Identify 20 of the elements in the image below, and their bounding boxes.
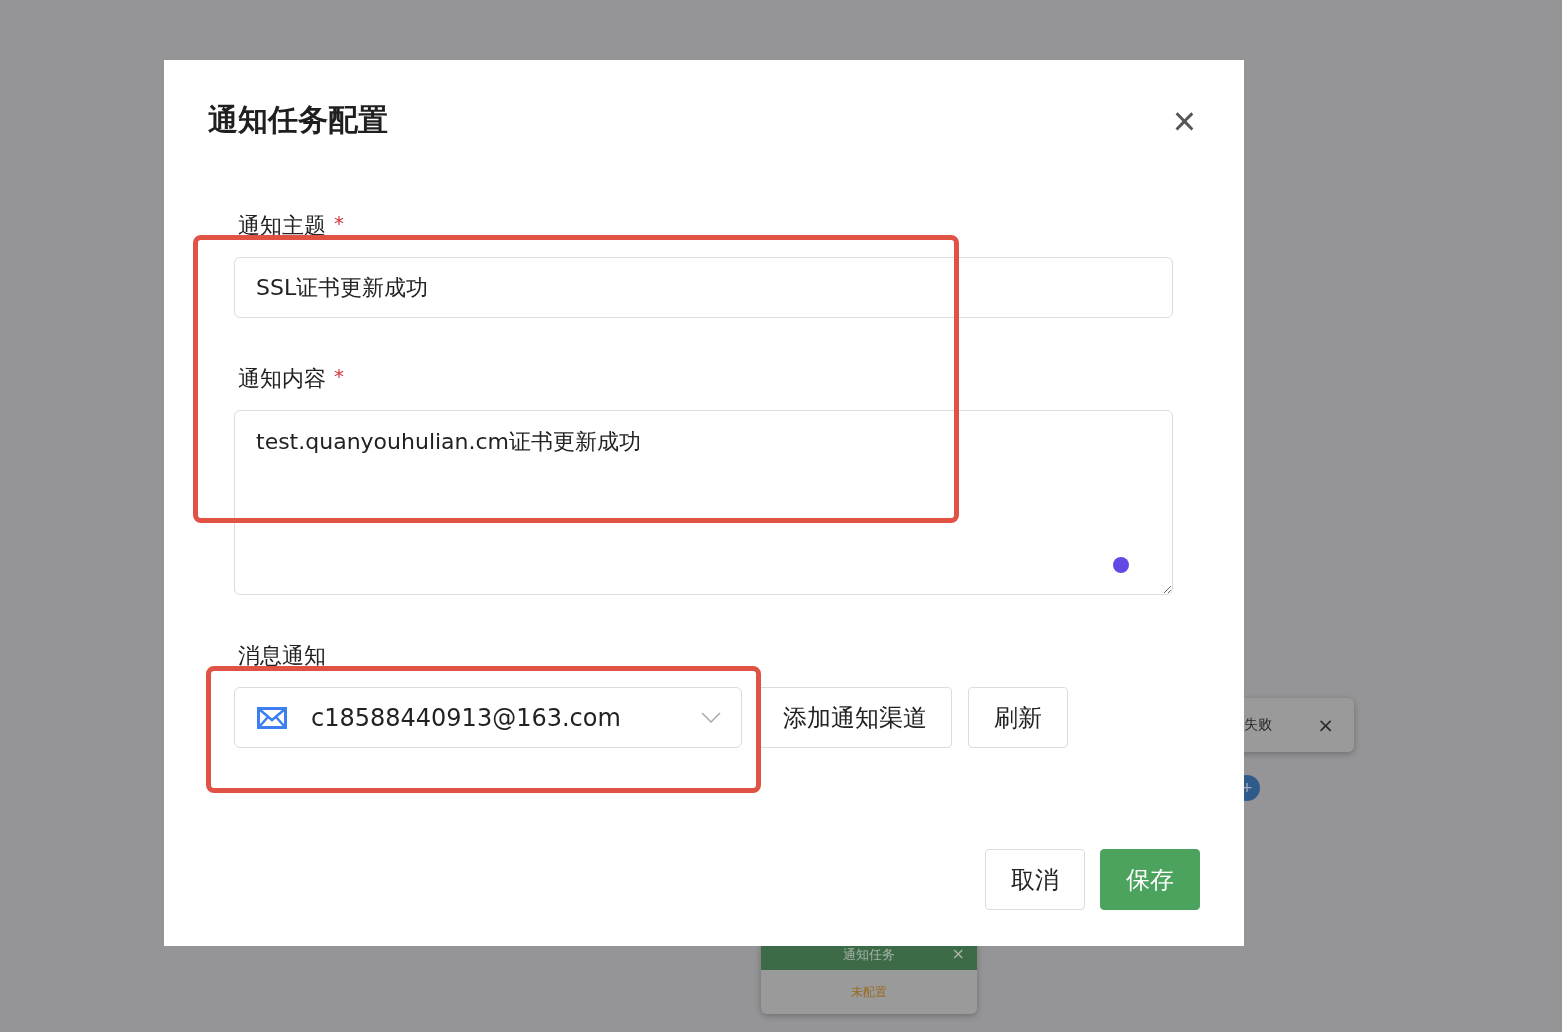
select-value: c18588440913@163.com [311,703,622,732]
channel-button[interactable]: 添加通知渠道 [758,687,952,748]
node-label: 失败 [1244,716,1272,734]
dialog-title: 通知任务配置 [208,101,388,139]
node-title: 通知任务 [843,946,895,964]
node-status: 未配置 [851,983,887,1001]
mail-icon [257,706,287,729]
close-button[interactable]: × [1172,100,1196,141]
channel-button[interactable]: 刷新 [968,687,1068,748]
field-label: 消息通知 [238,642,326,670]
required-mark: * [334,211,344,235]
close-icon[interactable]: × [1317,713,1334,737]
field-label: 通知主题 [238,212,326,240]
channel-select[interactable]: c18588440913@163.com [234,687,742,748]
content-textarea[interactable]: test.quanyouhulian.cm证书更新成功 [234,410,1173,595]
subject-input[interactable]: SSL证书更新成功 [234,257,1173,318]
cancel-button[interactable]: 取消 [985,849,1085,910]
field-label: 通知内容 [238,365,326,393]
required-mark: * [334,364,344,388]
chevron-down-icon [701,712,721,723]
